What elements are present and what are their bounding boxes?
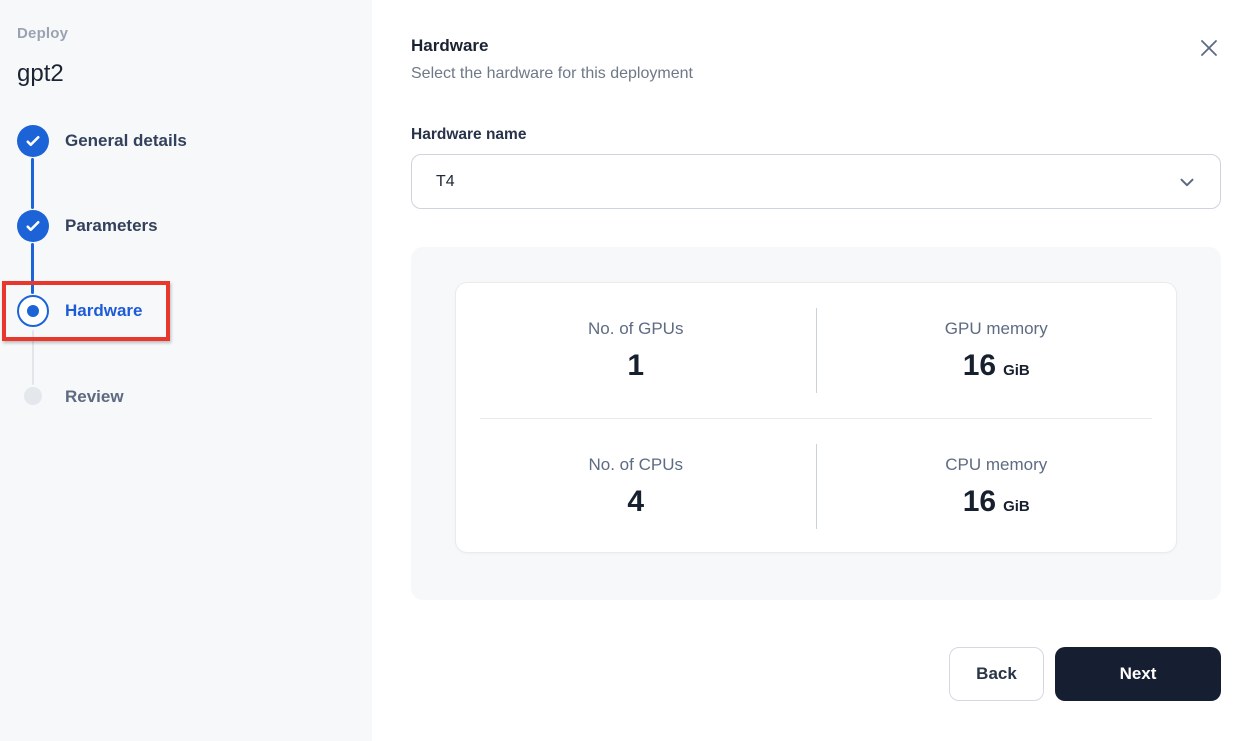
spec-value: 1 bbox=[627, 349, 644, 382]
hardware-specs-card: No. of GPUs 1 GPU memory 16 GiB No. of CP… bbox=[455, 282, 1177, 553]
spec-label: No. of CPUs bbox=[456, 455, 816, 475]
spec-value-line: 4 bbox=[456, 485, 816, 519]
step-label-parameters[interactable]: Parameters bbox=[65, 216, 158, 236]
panel-header: Hardware Select the hardware for this de… bbox=[411, 36, 1221, 83]
spec-gpu-count: No. of GPUs 1 bbox=[456, 319, 816, 383]
spec-row-gpu: No. of GPUs 1 GPU memory 16 GiB bbox=[456, 283, 1176, 418]
hardware-specs-panel: No. of GPUs 1 GPU memory 16 GiB No. of CP… bbox=[411, 247, 1221, 600]
step-label-review[interactable]: Review bbox=[65, 387, 124, 407]
spec-label: CPU memory bbox=[817, 455, 1177, 475]
hardware-name-label: Hardware name bbox=[411, 126, 1221, 144]
deployment-name: gpt2 bbox=[17, 60, 64, 88]
close-icon bbox=[1197, 48, 1221, 63]
back-button[interactable]: Back bbox=[949, 647, 1044, 701]
step-label-general-details[interactable]: General details bbox=[65, 131, 187, 151]
step-connector bbox=[31, 158, 34, 209]
spec-unit: GiB bbox=[1003, 498, 1030, 515]
spec-cpu-count: No. of CPUs 4 bbox=[456, 455, 816, 519]
spec-value: 16 bbox=[963, 349, 996, 382]
spec-cpu-memory: CPU memory 16 GiB bbox=[817, 455, 1177, 519]
hardware-step-panel: Hardware Select the hardware for this de… bbox=[372, 0, 1250, 741]
spec-unit: GiB bbox=[1003, 362, 1030, 379]
panel-title: Hardware bbox=[411, 36, 693, 56]
step-indicator-general-details[interactable] bbox=[17, 125, 49, 157]
spec-row-cpu: No. of CPUs 4 CPU memory 16 GiB bbox=[456, 419, 1176, 553]
spec-gpu-memory: GPU memory 16 GiB bbox=[817, 319, 1177, 383]
hardware-name-selected-value: T4 bbox=[436, 173, 455, 191]
spec-value: 4 bbox=[627, 485, 644, 518]
spec-value-line: 1 bbox=[456, 349, 816, 383]
highlight-box-hardware-step bbox=[2, 281, 170, 341]
panel-subtitle: Select the hardware for this deployment bbox=[411, 65, 693, 83]
deploy-wizard-sidebar: Deploy gpt2 General details Parameters H… bbox=[0, 0, 372, 741]
step-indicator-review[interactable] bbox=[24, 387, 42, 405]
spec-label: No. of GPUs bbox=[456, 319, 816, 339]
spec-value-line: 16 GiB bbox=[817, 485, 1177, 519]
step-indicator-parameters[interactable] bbox=[17, 210, 49, 242]
spec-value-line: 16 GiB bbox=[817, 349, 1177, 383]
close-button[interactable] bbox=[1197, 36, 1221, 60]
check-icon bbox=[24, 217, 42, 235]
wizard-footer: Back Next bbox=[411, 647, 1221, 701]
panel-header-text: Hardware Select the hardware for this de… bbox=[411, 36, 693, 83]
next-button[interactable]: Next bbox=[1055, 647, 1221, 701]
check-icon bbox=[24, 132, 42, 150]
spec-label: GPU memory bbox=[817, 319, 1177, 339]
chevron-down-icon bbox=[1176, 171, 1198, 193]
spec-value: 16 bbox=[963, 485, 996, 518]
hardware-name-select[interactable]: T4 bbox=[411, 154, 1221, 209]
wizard-eyebrow: Deploy bbox=[17, 25, 68, 42]
